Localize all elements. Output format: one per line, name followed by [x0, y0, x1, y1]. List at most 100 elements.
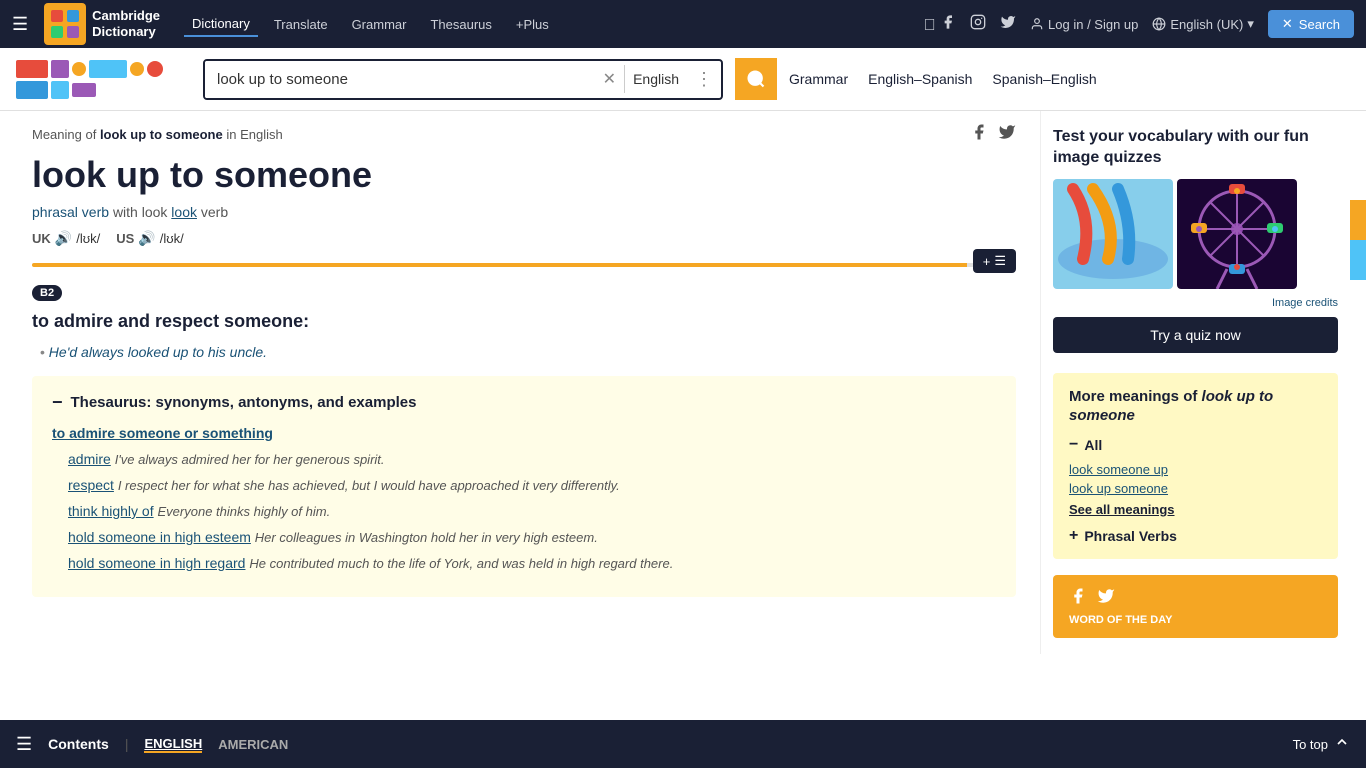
to-top-icon: [1334, 734, 1350, 755]
search-nav-links: Grammar English–Spanish Spanish–English: [789, 71, 1097, 87]
share-facebook-icon[interactable]: [970, 123, 988, 146]
us-speaker-icon[interactable]: 🔊: [138, 230, 155, 247]
all-section-header[interactable]: − All: [1069, 436, 1322, 454]
quiz-section: Test your vocabulary with our fun image …: [1053, 127, 1338, 353]
thesaurus-title: Thesaurus: synonyms, antonyms, and examp…: [71, 394, 417, 411]
thesaurus-sub-link[interactable]: to admire someone or something: [52, 425, 996, 441]
search-top-button[interactable]: ✕ Search: [1268, 10, 1354, 38]
term-admire[interactable]: admire: [68, 451, 111, 467]
more-options-icon[interactable]: ⋮: [687, 69, 721, 90]
logo-icon: [44, 3, 86, 45]
term-high-esteem[interactable]: hold someone in high esteem: [68, 529, 251, 545]
nav-grammar[interactable]: Grammar: [344, 13, 415, 36]
word-title: look up to someone: [32, 154, 1016, 196]
nav-link-grammar[interactable]: Grammar: [789, 71, 848, 87]
look-link[interactable]: look: [171, 204, 197, 220]
nav-thesaurus[interactable]: Thesaurus: [422, 13, 499, 36]
eg-high-regard: He contributed much to the life of York,…: [249, 556, 673, 571]
hamburger-menu-icon[interactable]: ☰: [12, 14, 28, 35]
deco-blue2: [16, 81, 48, 99]
logo[interactable]: Cambridge Dictionary: [44, 3, 160, 45]
social-sidebar: WORD OF THE DAY: [1053, 575, 1338, 638]
decorative-blocks: [16, 60, 191, 99]
us-phonetics: US 🔊 /lʊk/: [116, 230, 184, 247]
word-of-day-label: WORD OF THE DAY: [1069, 614, 1322, 626]
accent-bar-orange: [1350, 200, 1366, 240]
eg-think-highly: Everyone thinks highly of him.: [158, 504, 331, 519]
to-top-label: To top: [1293, 737, 1328, 752]
deco-orange-circle2: [130, 62, 144, 76]
bottom-english-link[interactable]: ENGLISH: [144, 736, 202, 753]
bottom-contents-button[interactable]: Contents: [48, 736, 109, 752]
level-badge: B2: [32, 285, 62, 301]
example: He'd always looked up to his uncle.: [32, 344, 1016, 360]
more-meanings-section: More meanings of look up to someone − Al…: [1053, 373, 1338, 559]
collapse-all-icon: −: [1069, 436, 1078, 454]
uk-speaker-icon[interactable]: 🔊: [55, 230, 72, 247]
search-go-button[interactable]: [735, 58, 777, 100]
bottom-american-link[interactable]: AMERICAN: [218, 737, 288, 752]
nav-plus[interactable]: +Plus: [508, 13, 557, 36]
nav-translate[interactable]: Translate: [266, 13, 336, 36]
nav-link-english-spanish[interactable]: English–Spanish: [868, 71, 972, 87]
deco-red-circle: [147, 61, 163, 77]
phonetics: UK 🔊 /lʊk/ US 🔊 /lʊk/: [32, 230, 1016, 247]
deco-purple: [51, 60, 69, 78]
deco-orange-circle: [72, 62, 86, 76]
uk-label: UK: [32, 231, 51, 246]
share-twitter-icon[interactable]: [998, 123, 1016, 146]
meaning-look-someone-up[interactable]: look someone up: [1069, 462, 1322, 477]
try-quiz-button[interactable]: Try a quiz now: [1053, 317, 1338, 353]
sidebar: Test your vocabulary with our fun image …: [1040, 111, 1350, 654]
search-row: ✕ English ⋮ Grammar English–Spanish Span…: [0, 48, 1366, 111]
image-credits-link[interactable]: Image credits: [1053, 297, 1338, 309]
content-area: Meaning of look up to someone in English…: [0, 111, 1040, 654]
login-button[interactable]: Log in / Sign up: [1030, 17, 1138, 32]
phrasal-verbs-section[interactable]: + Phrasal Verbs: [1069, 527, 1322, 545]
term-respect[interactable]: respect: [68, 477, 114, 493]
top-nav-social:  Log in / Sign up English (UK) ▾ ✕ Sear…: [924, 10, 1354, 38]
us-ipa: /lʊk/: [160, 231, 184, 246]
sidebar-facebook-icon[interactable]: [1069, 587, 1087, 610]
breadcrumb-term-link[interactable]: look up to someone: [100, 127, 223, 142]
all-label: All: [1084, 437, 1102, 453]
facebook-icon[interactable]: : [924, 14, 956, 35]
sidebar-twitter-icon[interactable]: [1097, 587, 1115, 610]
breadcrumb: Meaning of look up to someone in English: [32, 127, 283, 142]
definition: to admire and respect someone:: [32, 311, 1016, 332]
bottom-divider: |: [125, 736, 129, 752]
bottom-hamburger-icon[interactable]: ☰: [16, 734, 32, 755]
list-add-button[interactable]: + ☰: [973, 249, 1016, 273]
quiz-image-1: [1053, 179, 1173, 289]
accent-bar-blue: [1350, 240, 1366, 280]
quiz-title: Test your vocabulary with our fun image …: [1053, 127, 1338, 169]
term-think-highly[interactable]: think highly of: [68, 503, 154, 519]
us-label: US: [116, 231, 134, 246]
thesaurus-box: − Thesaurus: synonyms, antonyms, and exa…: [32, 376, 1016, 597]
deco-purple2: [72, 83, 96, 97]
language-selector[interactable]: English: [625, 71, 687, 87]
language-button[interactable]: English (UK) ▾: [1152, 16, 1254, 32]
thesaurus-entry-high-regard: hold someone in high regard He contribut…: [52, 555, 996, 571]
search-input-wrap: ✕ English ⋮: [203, 59, 723, 100]
logo-text: Cambridge Dictionary: [92, 8, 160, 39]
quiz-images: [1053, 179, 1338, 289]
meaning-look-up-someone[interactable]: look up someone: [1069, 481, 1322, 496]
thesaurus-entry-high-esteem: hold someone in high esteem Her colleagu…: [52, 529, 996, 545]
to-top-button[interactable]: To top: [1293, 734, 1350, 755]
deco-lblue: [51, 81, 69, 99]
expand-phrasal-icon: +: [1069, 527, 1078, 545]
search-input[interactable]: [205, 61, 595, 98]
instagram-icon[interactable]: [970, 14, 986, 35]
thesaurus-header[interactable]: − Thesaurus: synonyms, antonyms, and exa…: [52, 392, 996, 413]
term-high-regard[interactable]: hold someone in high regard: [68, 555, 245, 571]
nav-dictionary[interactable]: Dictionary: [184, 12, 258, 37]
nav-link-spanish-english[interactable]: Spanish–English: [992, 71, 1096, 87]
twitter-icon[interactable]: [1000, 14, 1016, 35]
part-of-speech: phrasal verb: [32, 204, 109, 220]
clear-search-icon[interactable]: ✕: [595, 69, 624, 89]
main-wrap: Meaning of look up to someone in English…: [0, 111, 1366, 654]
see-all-meanings-link[interactable]: See all meanings: [1069, 502, 1322, 517]
list-icon: ☰: [994, 253, 1006, 269]
social-sidebar-icons: [1069, 587, 1322, 610]
